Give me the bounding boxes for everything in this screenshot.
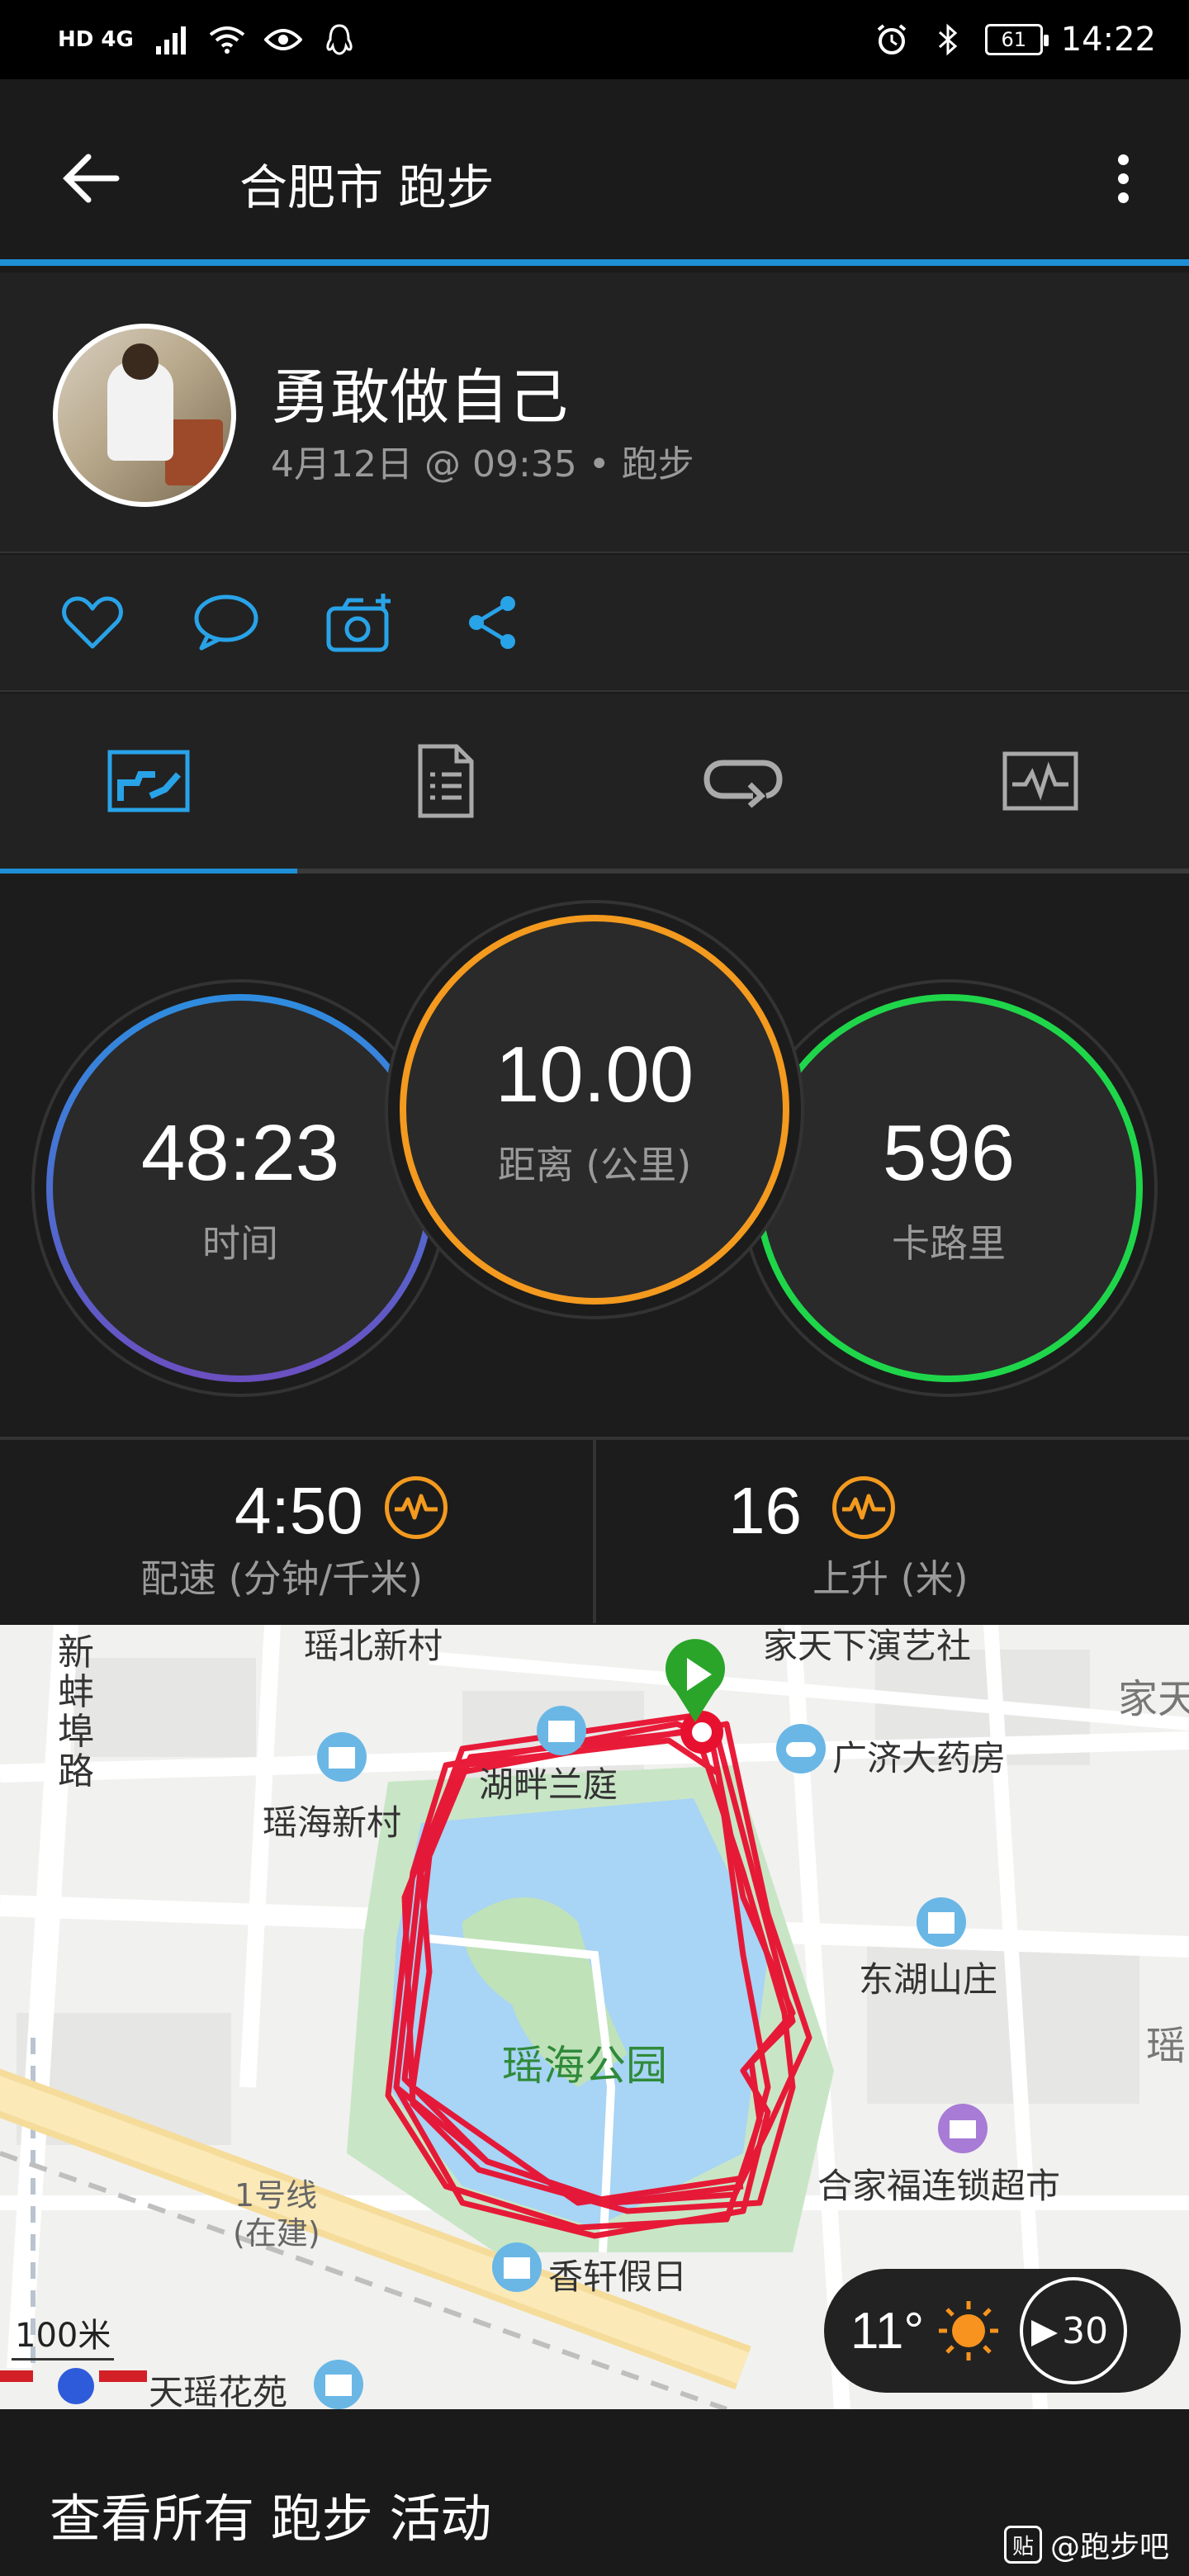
comment-button[interactable] bbox=[192, 588, 261, 657]
bluetooth-icon bbox=[929, 21, 967, 59]
page-title: 合肥市 跑步 bbox=[239, 159, 495, 215]
document-icon bbox=[418, 744, 474, 818]
calories-label: 卡路里 bbox=[892, 1221, 1006, 1266]
camera-plus-icon bbox=[326, 594, 391, 652]
route-map[interactable]: 瑶北新村 家天下演艺社 新蚌埠路 湖畔兰庭 广济大药房 瑶海新村 东湖山庄 瑶海… bbox=[0, 1625, 1189, 2409]
qq-icon bbox=[320, 21, 358, 59]
battery-indicator: 61 bbox=[984, 24, 1049, 55]
distance-ring: 10.00 距离 (公里) bbox=[400, 915, 789, 1305]
map-label: 新蚌埠路 bbox=[58, 1631, 94, 1792]
map-label: 瑶海新村 bbox=[263, 1802, 402, 1843]
watermark-text: @跑步吧 bbox=[1049, 2531, 1169, 2564]
tab-details[interactable] bbox=[297, 694, 594, 869]
network-label: HD 4G bbox=[58, 27, 134, 52]
sun-icon bbox=[939, 2301, 999, 2361]
wind-arrow-icon bbox=[1031, 2320, 1059, 2346]
clock: 14:22 bbox=[1060, 21, 1156, 59]
more-options-button[interactable] bbox=[1098, 145, 1148, 211]
tieba-logo: 贴 bbox=[1003, 2526, 1042, 2564]
ascent-label: 上升 (米) bbox=[812, 1556, 969, 1601]
tab-laps[interactable] bbox=[594, 694, 892, 869]
map-label: 香轩假日 bbox=[548, 2256, 688, 2297]
map-label: 家天 bbox=[1118, 1676, 1189, 1722]
tab-overview[interactable] bbox=[0, 694, 297, 874]
app-bar: 合肥市 跑步 bbox=[0, 79, 1189, 266]
dot-icon bbox=[1117, 154, 1129, 165]
dot-icon bbox=[1117, 173, 1129, 184]
map-label: 天瑶花苑 bbox=[149, 2372, 288, 2409]
pace-stat[interactable]: 4:50 配速 (分钟/千米) bbox=[0, 1440, 593, 1623]
calories-value: 596 bbox=[882, 1109, 1016, 1197]
map-label: 瑶北新村 bbox=[304, 1626, 443, 1666]
action-bar bbox=[0, 555, 1189, 692]
avatar[interactable] bbox=[53, 324, 236, 507]
watermark: 贴 @跑步吧 bbox=[1003, 2523, 1169, 2566]
map-label: 湖畔兰庭 bbox=[479, 1764, 618, 1805]
heart-icon bbox=[62, 596, 123, 649]
sub-stats: 4:50 配速 (分钟/千米) 16 上升 (米) bbox=[0, 1437, 1189, 1623]
footer: 查看所有 跑步 活动 贴 @跑步吧 bbox=[0, 2409, 1189, 2576]
calories-ring: 596 卡路里 bbox=[755, 994, 1143, 1382]
arrow-left-icon bbox=[63, 154, 120, 203]
user-name: 勇敢做自己 bbox=[271, 362, 569, 432]
pace-value: 4:50 bbox=[234, 1474, 363, 1547]
status-left: HD 4G bbox=[58, 21, 358, 59]
status-bar: HD 4G 61 14:22 bbox=[0, 0, 1189, 79]
loop-icon bbox=[703, 760, 783, 807]
time-value: 48:23 bbox=[140, 1109, 340, 1197]
view-all-activities-link[interactable]: 查看所有 跑步 活动 bbox=[50, 2477, 491, 2551]
status-right: 61 14:22 bbox=[873, 21, 1156, 59]
distance-label: 距离 (公里) bbox=[497, 1143, 692, 1187]
activity-chart-icon bbox=[385, 1476, 448, 1539]
map-label: 瑶 bbox=[1146, 2023, 1187, 2069]
activity-screen: HD 4G 61 14:22 合肥市 跑步 勇敢做自己 4月12日 @ 09:3… bbox=[0, 0, 1189, 2576]
battery-level: 61 bbox=[1001, 28, 1026, 51]
wifi-icon bbox=[208, 21, 246, 59]
weather-widget[interactable]: 11° 30 bbox=[824, 2269, 1181, 2393]
back-button[interactable] bbox=[58, 145, 124, 211]
ascent-value: 16 bbox=[728, 1474, 802, 1547]
activity-chart-icon bbox=[832, 1476, 895, 1539]
map-label: 瑶海公园 bbox=[502, 2042, 667, 2090]
heart-rate-chart-icon bbox=[1002, 751, 1078, 811]
like-button[interactable] bbox=[58, 588, 127, 657]
map-label: 合家福连锁超市 bbox=[817, 2166, 1061, 2206]
map-label: (在建) bbox=[233, 2215, 320, 2252]
activity-meta: 4月12日 @ 09:35 • 跑步 bbox=[271, 443, 694, 485]
map-scale: 100米 bbox=[12, 2308, 115, 2361]
time-label: 时间 bbox=[202, 1221, 278, 1266]
stats-panel: 48:23 时间 596 卡路里 10.00 距离 (公里) bbox=[0, 874, 1189, 1435]
map-label: 广济大药房 bbox=[832, 1738, 1007, 1778]
pace-label: 配速 (分钟/千米) bbox=[140, 1556, 424, 1601]
wind-speed: 30 bbox=[1062, 2309, 1109, 2352]
share-button[interactable] bbox=[459, 588, 528, 657]
activity-header: 勇敢做自己 4月12日 @ 09:35 • 跑步 bbox=[0, 272, 1189, 553]
eye-icon bbox=[263, 21, 302, 59]
add-photo-button[interactable] bbox=[325, 588, 395, 657]
tab-charts[interactable] bbox=[892, 694, 1189, 869]
temperature: 11° bbox=[850, 2302, 925, 2360]
signal-icon bbox=[152, 21, 190, 59]
map-label: 东湖山庄 bbox=[859, 1959, 998, 2000]
chart-overview-icon bbox=[107, 750, 190, 812]
tab-bar bbox=[0, 694, 1189, 874]
alarm-icon bbox=[873, 21, 911, 59]
map-label: 家天下演艺社 bbox=[763, 1626, 972, 1666]
time-ring: 48:23 时间 bbox=[46, 994, 434, 1382]
distance-value: 10.00 bbox=[495, 1030, 694, 1119]
comment-icon bbox=[194, 594, 258, 651]
share-icon bbox=[469, 596, 515, 649]
dot-icon bbox=[1117, 192, 1129, 203]
ascent-stat[interactable]: 16 上升 (米) bbox=[593, 1440, 1189, 1623]
wind-speed-indicator: 30 bbox=[1020, 2277, 1128, 2384]
